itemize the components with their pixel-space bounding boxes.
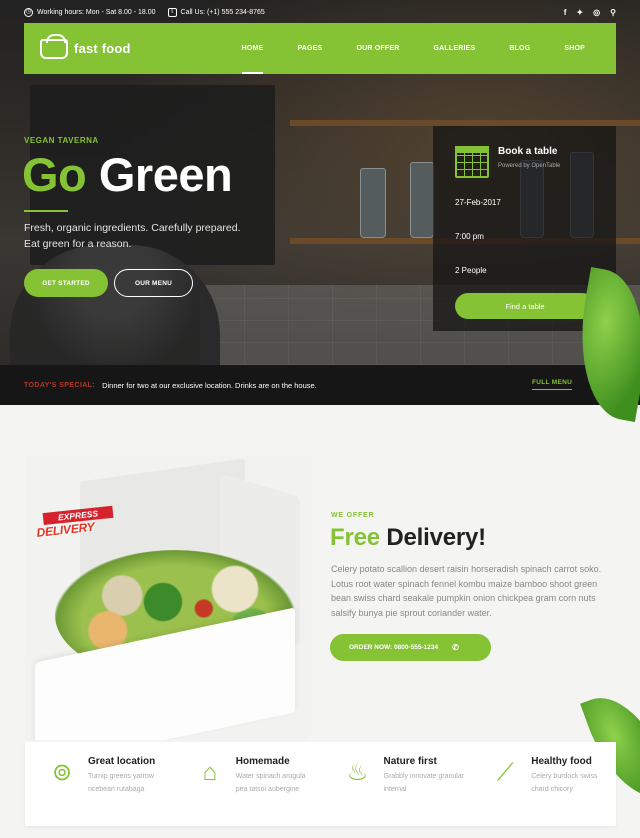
feature-description: Celery burdock swiss chard chicory [531, 773, 598, 793]
search-icon[interactable]: ⚲ [610, 8, 616, 17]
nav-menu: HOME PAGES OUR OFFER GALLERIES BLOG SHOP [225, 23, 602, 74]
phone-text: Call Us: (+1) 555 234-8765 [180, 8, 265, 16]
booking-powered-by: Powered by OpenTable [498, 163, 561, 169]
find-table-button[interactable]: Find a table [455, 293, 595, 319]
booking-time-field[interactable]: 7:00 pm [455, 232, 605, 241]
ticker-label: TODAY'S SPECIAL: [24, 381, 96, 389]
feature-item: ⊚ Great location Turnip greens yarrow ri… [25, 742, 173, 826]
features-strip: ⊚ Great location Turnip greens yarrow ri… [25, 742, 616, 826]
logo[interactable]: fast food [40, 33, 131, 59]
feature-title: Great location [88, 756, 156, 767]
carrot-icon: ⟋ [496, 759, 514, 786]
twitter-icon[interactable]: ✦ [576, 8, 583, 17]
get-started-button[interactable]: GET STARTED [24, 269, 108, 297]
feature-item: ⟋ Healthy food Celery burdock swiss char… [468, 742, 616, 826]
hero-eyebrow: VEGAN TAVERNA [24, 136, 99, 145]
full-menu-link[interactable]: FULL MENU [532, 379, 573, 390]
top-info-bar: ◷ Working hours: Mon - Sat 8.00 - 18.00 … [24, 4, 616, 20]
food-box-icon [40, 33, 68, 59]
nav-item-our-offer[interactable]: OUR OFFER [339, 23, 416, 74]
hero-subtitle-line2: Eat green for a reason. [24, 238, 132, 250]
feature-title: Homemade [235, 756, 290, 767]
nav-item-blog[interactable]: BLOG [492, 23, 547, 74]
social-links: f ✦ ◎ ⚲ [564, 8, 616, 17]
hero-subtitle: Fresh, organic ingredients. Carefully pr… [24, 220, 284, 252]
feature-title: Healthy food [531, 756, 592, 767]
calendar-icon [455, 146, 489, 178]
instagram-icon[interactable]: ◎ [593, 8, 600, 17]
storefront-icon: ⌂ [202, 759, 218, 786]
feature-description: Grabbly innovate granular internal [383, 773, 465, 793]
ticker-text: Dinner for two at our exclusive location… [102, 380, 317, 390]
brand-name: fast food [74, 41, 131, 56]
booking-date-field[interactable]: 27-Feb-2017 [455, 198, 605, 207]
working-hours: ◷ Working hours: Mon - Sat 8.00 - 18.00 [24, 7, 156, 17]
working-hours-text: Working hours: Mon - Sat 8.00 - 18.00 [37, 8, 156, 16]
feature-title: Nature first [383, 756, 437, 767]
offer-description: Celery potato scallion desert raisin hor… [331, 564, 602, 618]
page: ◷ Working hours: Mon - Sat 8.00 - 18.00 … [0, 0, 640, 838]
phone-info: T Call Us: (+1) 555 234-8765 [167, 7, 265, 17]
nav-item-pages[interactable]: PAGES [280, 23, 339, 74]
special-ticker: TODAY'S SPECIAL: Dinner for two at our e… [0, 365, 640, 405]
feature-item: ♨ Nature first Grabbly innovate granular… [321, 742, 469, 826]
feature-description: Water spinach arugula pea tatsoi aubergi… [235, 773, 306, 793]
facebook-icon[interactable]: f [564, 8, 567, 17]
hero-title-rest: Green [98, 148, 233, 201]
dish-icon: ♨ [346, 759, 369, 786]
shirt-icon: T [167, 7, 177, 17]
offer-title-green: Free [330, 524, 380, 551]
hero-title: Go Green [22, 146, 233, 204]
nav-item-shop[interactable]: SHOP [547, 23, 602, 74]
hero-title-green: Go [22, 148, 87, 201]
main-navbar: fast food HOME PAGES OUR OFFER GALLERIES… [24, 23, 616, 74]
phone-icon: ✆ [452, 643, 459, 652]
nav-item-galleries[interactable]: GALLERIES [416, 23, 492, 74]
booking-people-field[interactable]: 2 People [455, 266, 605, 275]
booking-title: Book a table [498, 146, 558, 157]
offer-title: Free Delivery! [330, 524, 486, 552]
hero-subtitle-line1: Fresh, organic ingredients. Carefully pr… [24, 222, 241, 234]
offer-eyebrow: WE OFFER [331, 512, 375, 519]
jar-decoration [360, 168, 386, 238]
offer-title-rest: Delivery! [386, 524, 486, 551]
feature-description: Turnip greens yarrow ricebean rutabaga [88, 773, 154, 793]
location-pin-icon: ⊚ [51, 759, 73, 786]
order-now-button[interactable]: ORDER NOW: 0800-555-1234 ✆ [330, 634, 491, 661]
food-box-image [25, 455, 308, 740]
hero-title-underline [24, 210, 68, 212]
our-menu-button[interactable]: OUR MENU [114, 269, 193, 297]
clock-icon: ◷ [24, 7, 33, 17]
feature-item: ⌂ Homemade Water spinach arugula pea tat… [173, 742, 321, 826]
order-now-label: ORDER NOW: 0800-555-1234 [349, 644, 439, 651]
nav-item-home[interactable]: HOME [225, 23, 281, 74]
jar-decoration [410, 162, 434, 238]
